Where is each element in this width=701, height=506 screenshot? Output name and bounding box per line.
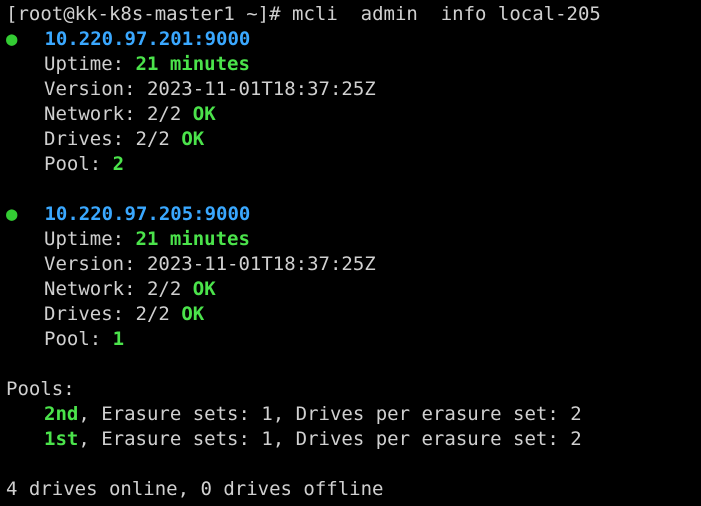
network-label: Network: — [44, 103, 136, 125]
drives-status: OK — [181, 128, 205, 150]
pool-row: Pool: 2 — [6, 152, 701, 177]
pool-name: 2nd — [44, 403, 79, 425]
next-prompt-row[interactable] — [6, 502, 701, 506]
network-row: Network: 2/2 OK — [6, 277, 701, 302]
version-label: Version: — [44, 78, 136, 100]
drives-row: Drives: 2/2 OK — [6, 302, 701, 327]
server-endpoint: 10.220.97.205:9000 — [44, 203, 251, 225]
server-endpoint-row: ● 10.220.97.201:9000 — [6, 27, 701, 52]
pool-details: , Erasure sets: 1, Drives per erasure se… — [78, 428, 582, 450]
terminal-window[interactable]: [root@kk-k8s-master1 ~]# mcli admin info… — [0, 0, 701, 506]
uptime-row: Uptime: 21 minutes — [6, 52, 701, 77]
drives-row: Drives: 2/2 OK — [6, 127, 701, 152]
network-count: 2/2 — [146, 278, 182, 300]
version-row: Version: 2023-11-01T18:37:25Z — [6, 77, 701, 102]
pool-entry: 2nd, Erasure sets: 1, Drives per erasure… — [6, 402, 701, 427]
drives-label: Drives: — [44, 128, 125, 150]
uptime-label: Uptime: — [44, 53, 125, 75]
server-endpoint-row: ● 10.220.97.205:9000 — [6, 202, 701, 227]
command-text: mcli admin info local-205 — [292, 3, 601, 25]
pool-details: , Erasure sets: 1, Drives per erasure se… — [78, 403, 582, 425]
network-status: OK — [192, 278, 216, 300]
version-label: Version: — [44, 253, 136, 275]
network-label: Network: — [44, 278, 136, 300]
network-row: Network: 2/2 OK — [6, 102, 701, 127]
pool-value: 2 — [112, 153, 125, 175]
drives-count: 2/2 — [135, 128, 170, 150]
drives-count: 2/2 — [135, 303, 170, 325]
status-dot-icon: ● — [6, 28, 18, 50]
pool-label: Pool: — [44, 153, 102, 175]
version-row: Version: 2023-11-01T18:37:25Z — [6, 252, 701, 277]
uptime-row: Uptime: 21 minutes — [6, 227, 701, 252]
pool-value: 1 — [112, 328, 125, 350]
pool-entry: 1st, Erasure sets: 1, Drives per erasure… — [6, 427, 701, 452]
shell-prompt: [root@kk-k8s-master1 ~]# — [6, 3, 281, 25]
version-value: 2023-11-01T18:37:25Z — [146, 253, 376, 275]
pool-label: Pool: — [44, 328, 102, 350]
uptime-value: 21 minutes — [135, 228, 250, 250]
uptime-value: 21 minutes — [135, 53, 250, 75]
server-endpoint: 10.220.97.201:9000 — [44, 28, 251, 50]
network-status: OK — [192, 103, 216, 125]
network-count: 2/2 — [146, 103, 182, 125]
pool-name: 1st — [44, 428, 79, 450]
drives-status: OK — [181, 303, 205, 325]
pools-heading: Pools: — [6, 378, 75, 400]
pool-row: Pool: 1 — [6, 327, 701, 352]
version-value: 2023-11-01T18:37:25Z — [146, 78, 376, 100]
drives-label: Drives: — [44, 303, 125, 325]
command-line: [root@kk-k8s-master1 ~]# mcli admin info… — [6, 2, 701, 27]
drives-summary: 4 drives online, 0 drives offline — [6, 478, 384, 500]
status-dot-icon: ● — [6, 203, 18, 225]
uptime-label: Uptime: — [44, 228, 125, 250]
